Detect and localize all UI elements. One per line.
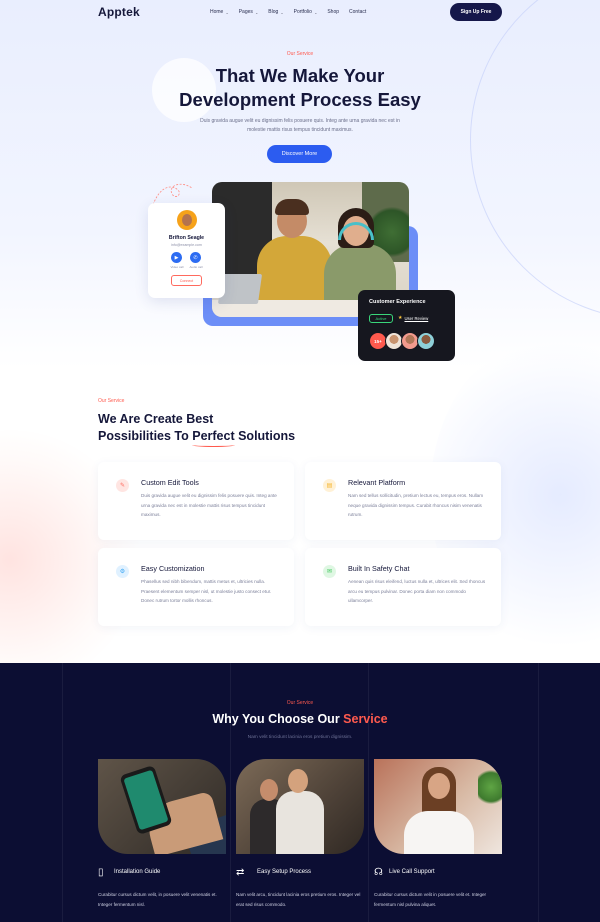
feature-name: Installation Guide xyxy=(114,869,161,875)
hero-eyebrow: Our Service xyxy=(286,51,314,57)
status-badge: Active xyxy=(369,314,393,323)
video-call-button[interactable]: ▶ xyxy=(171,252,182,263)
star-icon: ★ xyxy=(398,315,403,321)
avatar xyxy=(177,210,197,230)
hero-title: That We Make Your Development Process Ea… xyxy=(0,64,600,112)
nav-item-portfolio[interactable]: Portfolio ⌄ xyxy=(294,9,318,15)
nav-item-pages[interactable]: Pages ⌄ xyxy=(239,9,259,15)
service-card[interactable]: ⚙ Easy Customization Phasellus sed nibh … xyxy=(98,548,294,626)
site-logo[interactable]: Apptek xyxy=(98,5,140,19)
title-text: Solutions xyxy=(234,429,296,443)
nav-item-contact[interactable]: Contact xyxy=(349,9,366,15)
sign-up-button[interactable]: Sign Up Free xyxy=(450,3,502,21)
sliders-icon: ⇄ xyxy=(236,867,245,878)
feature-text: Curabitur cursus dictum velit, in posuer… xyxy=(98,892,217,907)
edit-icon: ✎ xyxy=(116,479,129,492)
headset-icon: ☊ xyxy=(374,867,383,878)
service-name: Built In Safety Chat xyxy=(348,564,410,573)
feature-text: Curabitur cursus dictum velit in posuere… xyxy=(374,892,487,907)
user-review-label: User Review xyxy=(404,315,429,321)
service-text: Aenean quis risus eleifend, luctus nulla… xyxy=(348,579,486,603)
service-card[interactable]: ▤ Relevant Platform Nam sed tellus solli… xyxy=(305,462,501,540)
profile-name: Brifton Seagle xyxy=(168,235,205,241)
service-text: Nam sed tellus sollicitudin, pretium lec… xyxy=(348,493,484,517)
feature-name: Live Call Support xyxy=(389,869,435,875)
setup-image xyxy=(236,759,364,854)
title-highlight: Perfect xyxy=(192,429,236,447)
service-name: Relevant Platform xyxy=(348,478,406,487)
connect-button[interactable]: Connect xyxy=(171,275,202,286)
nav-item-shop[interactable]: Shop xyxy=(327,9,339,15)
services-title: We Are Create Best Possibilities To Perf… xyxy=(98,411,296,447)
title-text: Possibilities To xyxy=(98,429,193,443)
service-name: Easy Customization xyxy=(141,564,205,573)
title-accent: Service xyxy=(343,712,388,726)
chat-icon: ✉ xyxy=(323,565,336,578)
customer-experience-card: Customer Experience Active ★ User Review… xyxy=(358,290,455,361)
hero-title-line2: Development Process Easy xyxy=(179,89,421,110)
document-icon: ▤ xyxy=(323,479,336,492)
decorative-arc xyxy=(470,0,600,320)
nav-item-blog[interactable]: Blog ⌄ xyxy=(268,9,283,15)
services-eyebrow: Our Service xyxy=(98,398,125,404)
service-card[interactable]: ✉ Built In Safety Chat Aenean quis risus… xyxy=(305,548,501,626)
service-card[interactable]: ✎ Custom Edit Tools Duis gravida augue v… xyxy=(98,462,294,540)
hero-description: Duis gravida augue velit eu dignissim fe… xyxy=(200,118,400,133)
profile-card: Brifton Seagle info@example.com ▶ ✆ Vide… xyxy=(148,203,225,298)
service-text: Phasellus sed nibh bibendum, mattis metu… xyxy=(141,579,272,603)
user-review-link[interactable]: ★ User Review xyxy=(398,315,428,321)
installation-image xyxy=(98,759,226,854)
chevron-down-icon: ⌄ xyxy=(280,9,284,15)
nav-item-home[interactable]: Home ⌄ xyxy=(210,9,229,15)
chevron-down-icon: ⌄ xyxy=(313,9,318,15)
support-image xyxy=(374,759,502,854)
audio-call-label: Audio call xyxy=(189,265,203,269)
feature-text: Nam velit arcu, tincidunt lacinia eros p… xyxy=(236,892,361,907)
video-call-label: Video call xyxy=(170,265,184,269)
service-name: Custom Edit Tools xyxy=(141,478,199,487)
discover-more-button[interactable]: Discover More xyxy=(267,145,332,163)
avatar xyxy=(417,332,435,350)
phone-icon: ✆ xyxy=(193,254,198,261)
why-eyebrow: Our Service xyxy=(286,700,314,706)
phone-icon: ▯ xyxy=(98,867,104,878)
feature-name: Easy Setup Process xyxy=(257,869,312,875)
chevron-down-icon: ⌄ xyxy=(225,9,229,15)
settings-icon: ⚙ xyxy=(116,565,129,578)
profile-email: info@example.com xyxy=(171,243,202,247)
audio-call-button[interactable]: ✆ xyxy=(190,252,201,263)
service-text: Duis gravida augue velit eu dignissim fe… xyxy=(141,493,277,517)
cx-title: Customer Experience xyxy=(369,299,426,305)
why-title: Why You Choose Our Service xyxy=(0,712,600,726)
video-icon: ▶ xyxy=(174,254,179,261)
title-text: Why You Choose Our xyxy=(212,712,344,726)
landing-page: Apptek Home ⌄ Pages ⌄ Blog ⌄ Portfolio ⌄ Sho… xyxy=(0,0,600,922)
services-title-line1: We Are Create Best xyxy=(98,412,214,426)
hero-title-line1: That We Make Your xyxy=(215,65,385,86)
main-nav: Home ⌄ Pages ⌄ Blog ⌄ Portfolio ⌄ Shop Conta… xyxy=(210,9,366,15)
chevron-down-icon: ⌄ xyxy=(254,9,259,15)
why-description: Nam velit tincidunt lacinia eros pretium… xyxy=(247,735,353,740)
services-title-line2: Possibilities To Perfect Solutions xyxy=(98,428,296,447)
